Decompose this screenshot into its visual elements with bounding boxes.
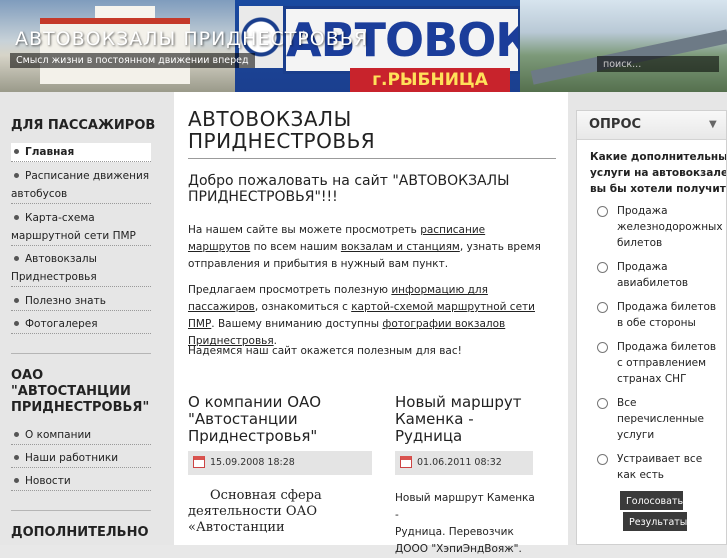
results-button[interactable]: Результаты [623,512,687,531]
article-title-company[interactable]: О компании ОАО "Автостанции Приднестровь… [188,394,373,445]
article-date-bar: 01.06.2011 08:32 [395,451,533,475]
site-slogan: Смысл жизни в постоянном движении вперед [10,53,255,68]
intro-paragraph: На нашем сайте вы можете просмотреть рас… [188,224,541,270]
calendar-icon [193,456,205,468]
welcome-heading: Добро пожаловать на сайт "АВТОВОКЗАЛЫ ПР… [188,173,510,205]
sidebar-item-home[interactable]: Главная [11,143,151,162]
bullet-icon [14,173,19,178]
site-header: АВТОВОКЗАЛ г.РЫБНИЦА АВТОВОКЗАЛЫ ПРИДНЕС… [0,0,727,92]
sidebar-item-useful-info[interactable]: Полезно знать [11,292,151,311]
sidebar-section-title-company: ОАО "АВТОСТАНЦИИ ПРИДНЕСТРОВЬЯ" [11,368,150,415]
header-sign-city: г.РЫБНИЦА [350,68,510,92]
sidebar-divider [11,353,151,354]
bullet-icon [14,256,19,261]
main-content: АВТОВОКЗАЛЫ ПРИДНЕСТРОВЬЯ Добро пожалова… [174,92,568,555]
radio-button[interactable] [597,342,608,353]
article-excerpt-company: Основная сфера деятельности ОАО «Автоста… [188,488,322,535]
closing-paragraph: Надеямся наш сайт окажется полезным для … [188,345,462,357]
sidebar-section-title-extra: ДОПОЛНИТЕЛЬНО [11,525,149,540]
poll-question: Какие дополнительные услуги на автовокза… [590,151,727,195]
poll-header[interactable]: ОПРОС ▼ [577,111,726,140]
sidebar-item-about[interactable]: О компании [11,426,151,445]
sidebar-item-stations[interactable]: Автовокзалы Приднестровья [11,250,151,287]
title-divider [188,158,556,159]
article-title-new-route[interactable]: Новый маршрут Каменка - Рудница [395,394,555,445]
bullet-icon [14,478,19,483]
sidebar-item-staff[interactable]: Наши работники [11,449,151,468]
calendar-icon [400,456,412,468]
chevron-down-icon[interactable]: ▼ [709,119,717,130]
bullet-icon [14,321,19,326]
bullet-icon [14,455,19,460]
offer-paragraph: Предлагаем просмотреть полезную информац… [188,284,535,347]
sidebar-item-schedule[interactable]: Расписание движения автобусов [11,167,151,204]
radio-button[interactable] [597,206,608,217]
bullet-icon [14,215,19,220]
poll-module: ОПРОС ▼ Какие дополнительные услуги на а… [576,110,727,545]
site-title[interactable]: АВТОВОКЗАЛЫ ПРИДНЕСТРОВЬЯ [15,28,368,50]
sidebar-item-route-map[interactable]: Карта-схема маршрутной сети ПМР [11,209,151,246]
right-sidebar: ОПРОС ▼ Какие дополнительные услуги на а… [568,92,727,545]
page-title: АВТОВОКЗАЛЫ ПРИДНЕСТРОВЬЯ [188,107,376,153]
article-excerpt-new-route: Новый маршрут Каменка - Рудница. Перевоз… [395,492,535,555]
sidebar-section-title: ДЛЯ ПАССАЖИРОВ [11,118,156,133]
sidebar-item-photo-gallery[interactable]: Фотогалерея [11,315,151,334]
sidebar-divider [11,510,151,511]
radio-button[interactable] [597,454,608,465]
vote-button[interactable]: Голосовать [620,491,683,510]
poll-title: ОПРОС [589,117,642,132]
stations-link[interactable]: вокзалам и станциям [341,241,460,253]
header-photo-bridge [520,0,727,92]
article-date-bar: 15.09.2008 18:28 [188,451,372,475]
radio-button[interactable] [597,302,608,313]
radio-button[interactable] [597,398,608,409]
bullet-icon [14,432,19,437]
bullet-icon [14,149,19,154]
bullet-icon [14,298,19,303]
radio-button[interactable] [597,262,608,273]
left-sidebar: ДЛЯ ПАССАЖИРОВ Главная Расписание движен… [0,92,174,545]
search-input[interactable] [597,56,719,72]
sidebar-item-news[interactable]: Новости [11,472,151,491]
